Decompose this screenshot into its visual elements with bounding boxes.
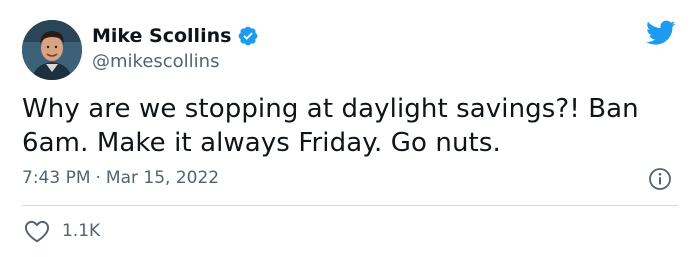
avatar-photo [22, 20, 82, 80]
like-action[interactable]: 1.1K [24, 219, 100, 243]
tweet-text: Why are we stopping at daylight savings?… [22, 94, 639, 158]
divider [22, 205, 678, 206]
twitter-bird-icon[interactable] [646, 20, 676, 46]
timestamp-separator: · [95, 168, 101, 188]
verified-badge-icon [239, 26, 258, 46]
avatar[interactable] [22, 20, 82, 80]
author-name-row: Mike Scollins [92, 24, 259, 48]
tweet-time: 7:43 PM [22, 168, 91, 188]
tweet-timestamp[interactable]: 7:43 PM · Mar 15, 2022 [22, 167, 219, 189]
tweet-date: Mar 15, 2022 [105, 168, 220, 188]
like-count: 1.1K [62, 221, 101, 241]
heart-icon[interactable] [24, 219, 50, 243]
author-handle[interactable]: @mikescollins [92, 51, 219, 73]
info-icon[interactable] [648, 167, 672, 191]
author-display-name[interactable]: Mike Scollins [92, 24, 231, 48]
tweet-card: Mike Scollins @mikescollins Why are we s… [0, 0, 700, 257]
